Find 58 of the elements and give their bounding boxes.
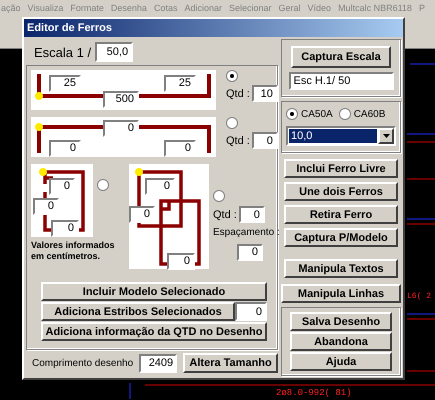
start-point-icon bbox=[35, 92, 43, 100]
scale-field[interactable]: 50,0 bbox=[95, 42, 134, 62]
action-button[interactable]: Salva Desenho bbox=[290, 312, 392, 331]
number-field[interactable]: 25 bbox=[49, 74, 81, 92]
radio-button[interactable] bbox=[213, 190, 225, 202]
scale-text-field[interactable]: Esc H.1/ 50 bbox=[288, 72, 394, 90]
radio-button[interactable] bbox=[226, 117, 238, 129]
radio-button[interactable] bbox=[97, 179, 109, 191]
number-field[interactable]: 0 bbox=[167, 252, 195, 270]
radio-button[interactable] bbox=[226, 70, 238, 82]
qty-label: Qtd : bbox=[226, 134, 250, 146]
number-field[interactable]: 0 bbox=[164, 140, 196, 156]
spacing-field[interactable]: 0 bbox=[237, 244, 263, 260]
diameter-select[interactable]: 10,0 bbox=[286, 126, 396, 146]
number-field[interactable]: 500 bbox=[103, 90, 139, 108]
lines-button[interactable]: Manipula Linhas bbox=[281, 284, 401, 303]
include-model-button[interactable]: Incluir Modelo Selecionado bbox=[41, 282, 267, 301]
number-field[interactable]: 0 bbox=[103, 120, 139, 136]
action-button[interactable]: Ajuda bbox=[290, 352, 392, 371]
tool-button[interactable]: Retira Ferro bbox=[284, 205, 398, 224]
action-button[interactable]: Abandona bbox=[290, 332, 392, 351]
units-note: Valores informados em centímetros. bbox=[31, 240, 116, 262]
tool-button[interactable]: Inclui Ferro Livre bbox=[284, 159, 398, 178]
number-field[interactable]: 0 bbox=[145, 178, 175, 194]
radio-button[interactable] bbox=[338, 108, 351, 120]
window-title: Editor de Ferros bbox=[24, 19, 403, 37]
radio-button[interactable] bbox=[286, 108, 298, 120]
qty-field[interactable]: 10 bbox=[252, 85, 278, 102]
number-field[interactable]: 0 bbox=[49, 140, 81, 156]
start-point-icon bbox=[135, 168, 143, 176]
length-label: Comprimento desenho bbox=[32, 358, 134, 368]
steel-label: CA50A bbox=[301, 108, 333, 120]
capture-scale-button[interactable]: Captura Escala bbox=[291, 46, 391, 68]
number-field[interactable]: 0 bbox=[33, 198, 59, 214]
length-field[interactable]: 2409 bbox=[139, 354, 178, 372]
tool-button[interactable]: Captura P/Modelo bbox=[284, 228, 398, 247]
scale-label: Escala 1 / bbox=[34, 44, 92, 60]
change-size-button[interactable]: Altera Tamanho bbox=[183, 353, 278, 373]
drawing-label: 2ø8.0-992( 81) bbox=[276, 389, 352, 398]
number-field[interactable]: 0 bbox=[129, 206, 155, 222]
drawing-label: L6( 2 bbox=[407, 293, 432, 301]
qty-field[interactable]: 0 bbox=[238, 206, 265, 223]
number-field[interactable]: 25 bbox=[164, 74, 196, 92]
spacing-label: Espaçamento : bbox=[213, 227, 280, 238]
stirrups-count-field[interactable]: 0 bbox=[235, 302, 267, 321]
tool-button[interactable]: Une dois Ferros bbox=[284, 182, 398, 201]
steel-label: CA60B bbox=[354, 108, 386, 120]
start-point-icon bbox=[39, 168, 47, 176]
add-stirrups-button[interactable]: Adiciona Estribos Selecionados bbox=[41, 302, 235, 321]
number-field[interactable]: 0 bbox=[51, 220, 79, 236]
qty-label: Qtd : bbox=[226, 88, 250, 100]
caret-icon bbox=[382, 134, 390, 138]
number-field[interactable]: 0 bbox=[49, 178, 75, 194]
start-point-icon bbox=[35, 123, 43, 131]
add-qty-info-button[interactable]: Adiciona informação da QTD no Desenho bbox=[41, 322, 267, 341]
qty-label: Qtd : bbox=[213, 208, 237, 220]
tool-button[interactable]: Manipula Textos bbox=[284, 259, 398, 278]
qty-field[interactable]: 0 bbox=[252, 132, 278, 149]
